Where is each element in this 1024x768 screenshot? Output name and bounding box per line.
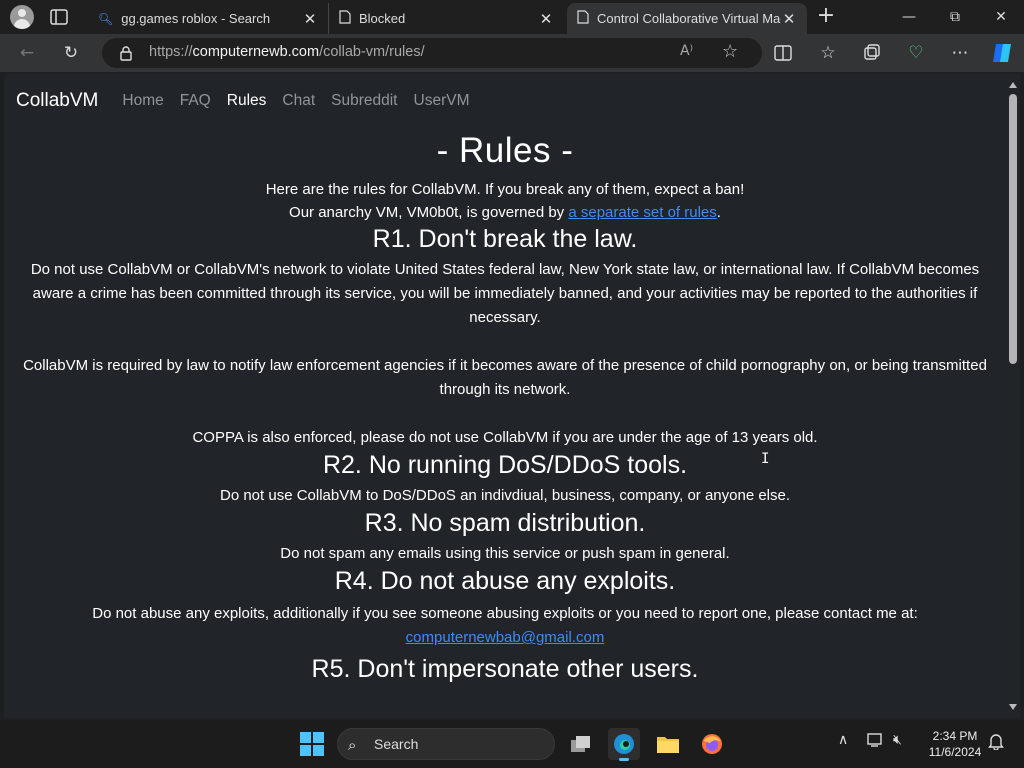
page-scrollbar[interactable]: [1006, 74, 1020, 718]
tab-label: gg.games roblox - Search: [121, 11, 271, 26]
tab-blocked[interactable]: Blocked ✕: [328, 3, 564, 34]
new-tab-icon[interactable]: +: [814, 5, 838, 29]
rule-paragraph: Do not abuse any exploits, additionally …: [92, 605, 918, 622]
read-aloud-icon[interactable]: A⁾: [680, 43, 693, 59]
lock-icon[interactable]: [118, 45, 134, 61]
browser-toolbar: ← ↻ https://computernewb.com/collab-vm/r…: [0, 34, 1024, 72]
profile-avatar-icon[interactable]: [10, 5, 34, 29]
rule-heading-r4: R4. Do not abuse any exploits.: [334, 567, 676, 595]
rule-heading-r5: R5. Don't impersonate other users.: [311, 655, 699, 683]
volume-muted-icon[interactable]: 🔇︎: [893, 732, 902, 748]
scroll-thumb[interactable]: [1009, 94, 1017, 364]
search-label: Search: [374, 736, 419, 752]
nav-rules[interactable]: Rules: [227, 92, 267, 110]
nav-home[interactable]: Home: [122, 92, 163, 110]
split-screen-icon[interactable]: [770, 40, 796, 66]
more-menu-icon[interactable]: ⋯: [947, 40, 973, 66]
nav-faq[interactable]: FAQ: [180, 92, 211, 110]
scroll-down-icon[interactable]: [1009, 704, 1017, 710]
text-cursor-icon: I: [761, 451, 770, 467]
clock-time: 2:34 PM: [932, 729, 978, 743]
rules-content: - Rules - Here are the rules for CollabV…: [4, 128, 1006, 684]
file-explorer-icon[interactable]: [652, 728, 684, 760]
tab-label: Control Collaborative Virtual Mac: [597, 11, 781, 26]
site-brand[interactable]: CollabVM: [16, 90, 98, 112]
rule-heading-r1: R1. Don't break the law.: [372, 225, 638, 253]
refresh-icon[interactable]: ↻: [58, 40, 84, 66]
favorite-star-icon[interactable]: ☆: [722, 41, 738, 62]
network-icon[interactable]: [866, 732, 884, 752]
windows-taskbar: ⌕ Search ∧ 🔇︎ 2:34 PM 11/6/2024: [0, 720, 1024, 768]
restore-icon[interactable]: ⧉: [932, 0, 978, 34]
address-bar[interactable]: https://computernewb.com/collab-vm/rules…: [102, 38, 762, 68]
task-view-icon[interactable]: [565, 728, 597, 760]
page-title: - Rules -: [436, 131, 574, 170]
page-icon: [339, 10, 351, 27]
nav-subreddit[interactable]: Subreddit: [331, 92, 397, 110]
close-tab-icon[interactable]: ✕: [781, 10, 797, 28]
rule-heading-r2: R2. No running DoS/DDoS tools.: [322, 451, 688, 479]
tab-label: Blocked: [359, 11, 406, 26]
clock-date: 11/6/2024: [928, 745, 982, 759]
collections-icon[interactable]: [859, 40, 885, 66]
bing-search-icon: 🔍︎: [98, 11, 114, 26]
copilot-icon[interactable]: [989, 40, 1015, 66]
contact-email-link[interactable]: computernewbab@gmail.com: [406, 629, 605, 646]
close-window-icon[interactable]: ✕: [978, 0, 1024, 34]
rule-paragraph: COPPA is also enforced, please do not us…: [192, 429, 818, 446]
show-hidden-icons-chevron-icon[interactable]: ∧: [838, 732, 848, 748]
nav-chat[interactable]: Chat: [282, 92, 315, 110]
tab-search[interactable]: 🔍︎ gg.games roblox - Search ✕: [88, 3, 328, 34]
page-viewport: CollabVM Home FAQ Rules Chat Subreddit U…: [4, 74, 1006, 718]
minimize-icon[interactable]: —: [886, 0, 932, 34]
notifications-bell-icon[interactable]: [988, 732, 1004, 754]
rule-paragraph: Do not use CollabVM or CollabVM's networ…: [30, 261, 980, 326]
close-tab-icon[interactable]: ✕: [302, 10, 318, 28]
edge-app-icon[interactable]: [608, 728, 640, 761]
back-icon[interactable]: ←: [14, 40, 40, 66]
rule-paragraph: CollabVM is required by law to notify la…: [23, 357, 987, 398]
page-icon: [577, 10, 589, 27]
firefox-icon[interactable]: [696, 728, 728, 760]
rule-heading-r3: R3. No spam distribution.: [364, 509, 646, 537]
search-icon: ⌕: [348, 736, 357, 754]
browser-tab-strip: 🔍︎ gg.games roblox - Search ✕ Blocked ✕ …: [0, 0, 1024, 34]
taskbar-search[interactable]: ⌕ Search: [337, 728, 555, 760]
favorites-icon[interactable]: ☆: [815, 40, 841, 66]
close-tab-icon[interactable]: ✕: [538, 10, 554, 28]
system-clock[interactable]: 2:34 PM 11/6/2024: [920, 728, 990, 760]
start-button-icon[interactable]: [300, 732, 324, 756]
nav-uservm[interactable]: UserVM: [414, 92, 470, 110]
url-text[interactable]: https://computernewb.com/collab-vm/rules…: [149, 44, 425, 60]
tab-actions-icon[interactable]: [48, 7, 70, 27]
separate-rules-link[interactable]: a separate set of rules: [568, 204, 716, 221]
intro-text: Here are the rules for CollabVM. If you …: [265, 181, 745, 221]
browser-essentials-icon[interactable]: ♡: [903, 40, 929, 66]
rule-paragraph: Do not use CollabVM to DoS/DDoS an indiv…: [219, 487, 791, 504]
tab-collabvm-active[interactable]: Control Collaborative Virtual Mac ✕: [567, 3, 807, 34]
site-navbar: CollabVM Home FAQ Rules Chat Subreddit U…: [4, 74, 1006, 128]
scroll-up-icon[interactable]: [1009, 82, 1017, 88]
rule-paragraph: Do not spam any emails using this servic…: [280, 545, 730, 562]
